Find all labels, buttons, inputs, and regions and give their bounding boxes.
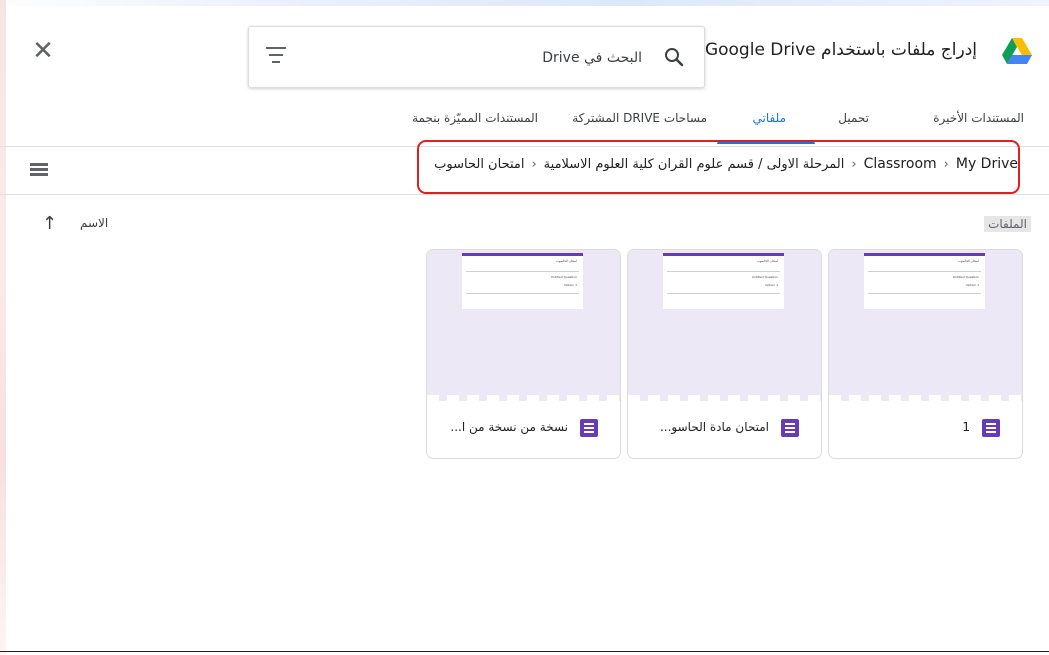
breadcrumb-class-folder[interactable]: المرحلة الاولى / قسم علوم القران كلية ال… [544, 157, 845, 172]
file-name: امتحان مادة الحاسو... [659, 420, 769, 434]
arrow-up-icon[interactable]: ↑ [42, 213, 57, 234]
tab-upload[interactable]: تحميل [838, 111, 869, 125]
breadcrumb-classroom[interactable]: Classroom [864, 156, 937, 172]
picker-header: ✕ إدراج ملفات باستخدام Google Drive [0, 0, 1049, 95]
divider [0, 194, 1049, 195]
file-card[interactable]: امتحان الحاسوب Untitled Question Option … [828, 249, 1023, 459]
tab-shared-drives[interactable]: مساحات DRIVE المشتركة [572, 111, 707, 125]
tab-starred[interactable]: المستندات المميّزة بنجمة [412, 111, 538, 125]
file-name: نسخة من نسخة من ا... [450, 420, 568, 434]
chevron-right-icon: › [943, 156, 949, 172]
search-box[interactable] [248, 26, 705, 88]
search-icon[interactable] [662, 45, 686, 69]
filter-icon[interactable] [265, 47, 287, 67]
chevron-right-icon: › [531, 156, 537, 172]
file-thumbnail: امتحان الحاسوب Untitled Question Option … [427, 250, 620, 401]
sort-by-name[interactable]: الاسم [80, 216, 108, 230]
file-thumbnail: امتحان الحاسوب Untitled Question Option … [829, 250, 1022, 401]
breadcrumb: My Drive › Classroom › المرحلة الاولى / … [417, 140, 1020, 194]
list-view-icon[interactable] [30, 163, 48, 177]
tab-recent[interactable]: المستندات الأخيرة [933, 111, 1024, 125]
divider [0, 651, 1049, 652]
google-forms-icon [781, 419, 799, 437]
file-name: 1 [962, 420, 970, 434]
file-card[interactable]: امتحان الحاسوب Untitled Question Option … [426, 249, 621, 459]
google-drive-logo [1002, 38, 1032, 64]
close-icon[interactable]: ✕ [30, 38, 56, 64]
google-forms-icon [982, 419, 1000, 437]
file-thumbnail: امتحان الحاسوب Untitled Question Option … [628, 250, 821, 401]
file-card[interactable]: امتحان الحاسوب Untitled Question Option … [627, 249, 822, 459]
chevron-right-icon: › [851, 156, 857, 172]
search-input[interactable] [340, 45, 644, 71]
breadcrumb-my-drive[interactable]: My Drive [956, 156, 1018, 172]
page-title: إدراج ملفات باستخدام Google Drive [704, 40, 977, 60]
google-forms-icon [580, 419, 598, 437]
tab-my-files[interactable]: ملفاتي [753, 111, 786, 125]
breadcrumb-current-folder[interactable]: امتحان الحاسوب [434, 157, 524, 172]
background-edge-left [0, 0, 6, 655]
files-section-label: الملفات [984, 216, 1031, 232]
